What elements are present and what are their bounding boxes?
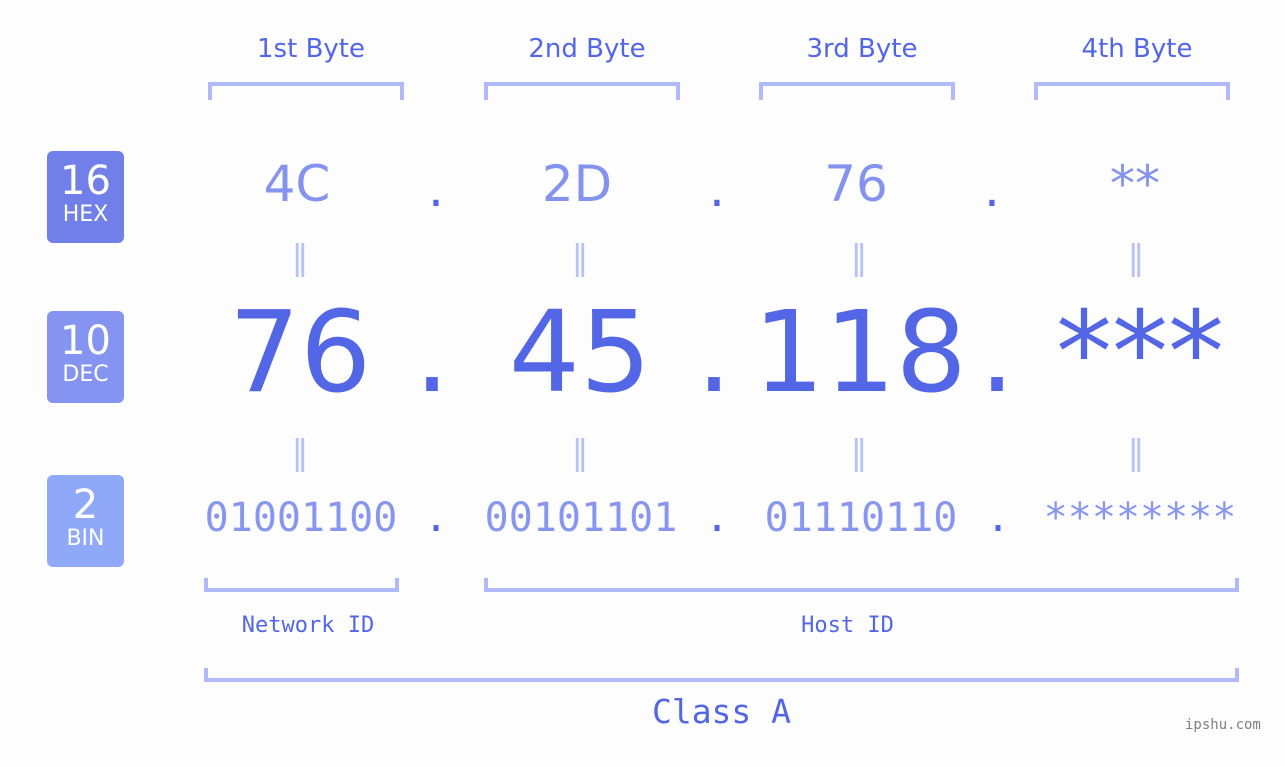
network-id-bracket <box>204 578 399 592</box>
byte-header-1: 1st Byte <box>257 34 365 64</box>
equals-sign: ‖ <box>291 433 309 473</box>
byte-bracket-3 <box>759 82 955 100</box>
dec-base: 10 <box>60 318 111 364</box>
bin-badge: 2 BIN <box>47 475 124 567</box>
equals-sign: ‖ <box>571 238 589 278</box>
equals-sign: ‖ <box>291 238 309 278</box>
hex-badge: 16 HEX <box>47 151 124 243</box>
hex-byte-3: 76 <box>824 155 888 213</box>
bin-byte-4: ******** <box>1043 495 1237 541</box>
dec-label: DEC <box>62 362 109 387</box>
hex-base: 16 <box>60 158 111 204</box>
equals-sign: ‖ <box>1127 238 1145 278</box>
bin-dot-3: . <box>985 495 1011 541</box>
bin-label: BIN <box>66 526 105 551</box>
hex-byte-2: 2D <box>541 155 613 213</box>
byte-header-4: 4th Byte <box>1081 34 1193 64</box>
byte-header-2: 2nd Byte <box>528 34 646 64</box>
bin-byte-3: 01110110 <box>764 495 958 541</box>
equals-sign: ‖ <box>571 433 589 473</box>
hex-dot-2: . <box>709 160 725 218</box>
hex-dot-1: . <box>428 160 444 218</box>
equals-sign: ‖ <box>850 433 868 473</box>
byte-bracket-4 <box>1034 82 1230 100</box>
byte-bracket-1 <box>208 82 404 100</box>
byte-bracket-2 <box>484 82 680 100</box>
bin-base: 2 <box>72 482 99 528</box>
equals-sign: ‖ <box>1127 433 1145 473</box>
class-label: Class A <box>651 692 792 731</box>
bin-byte-1: 01001100 <box>204 495 398 541</box>
dec-badge: 10 DEC <box>47 311 124 403</box>
byte-header-3: 3rd Byte <box>806 34 918 64</box>
dec-byte-3: 118 <box>753 288 967 418</box>
network-id-label: Network ID <box>241 613 375 638</box>
hex-byte-1: 4C <box>263 155 331 213</box>
equals-sign: ‖ <box>850 238 868 278</box>
bin-dot-1: . <box>423 495 449 541</box>
bin-byte-2: 00101101 <box>484 495 678 541</box>
dec-byte-4: *** <box>1056 288 1224 418</box>
bin-dot-2: . <box>704 495 730 541</box>
watermark: ipshu.com <box>1185 717 1261 733</box>
hex-byte-4: ** <box>1110 155 1160 213</box>
class-bracket <box>204 668 1239 682</box>
dec-byte-2: 45 <box>508 288 652 418</box>
dec-byte-1: 76 <box>228 288 372 418</box>
dec-dot-3: . <box>979 288 1015 418</box>
hex-label: HEX <box>62 202 109 227</box>
dec-dot-2: . <box>696 288 732 418</box>
host-id-bracket <box>484 578 1239 592</box>
hex-dot-3: . <box>984 160 1000 218</box>
host-id-label: Host ID <box>801 613 894 638</box>
dec-dot-1: . <box>414 288 450 418</box>
